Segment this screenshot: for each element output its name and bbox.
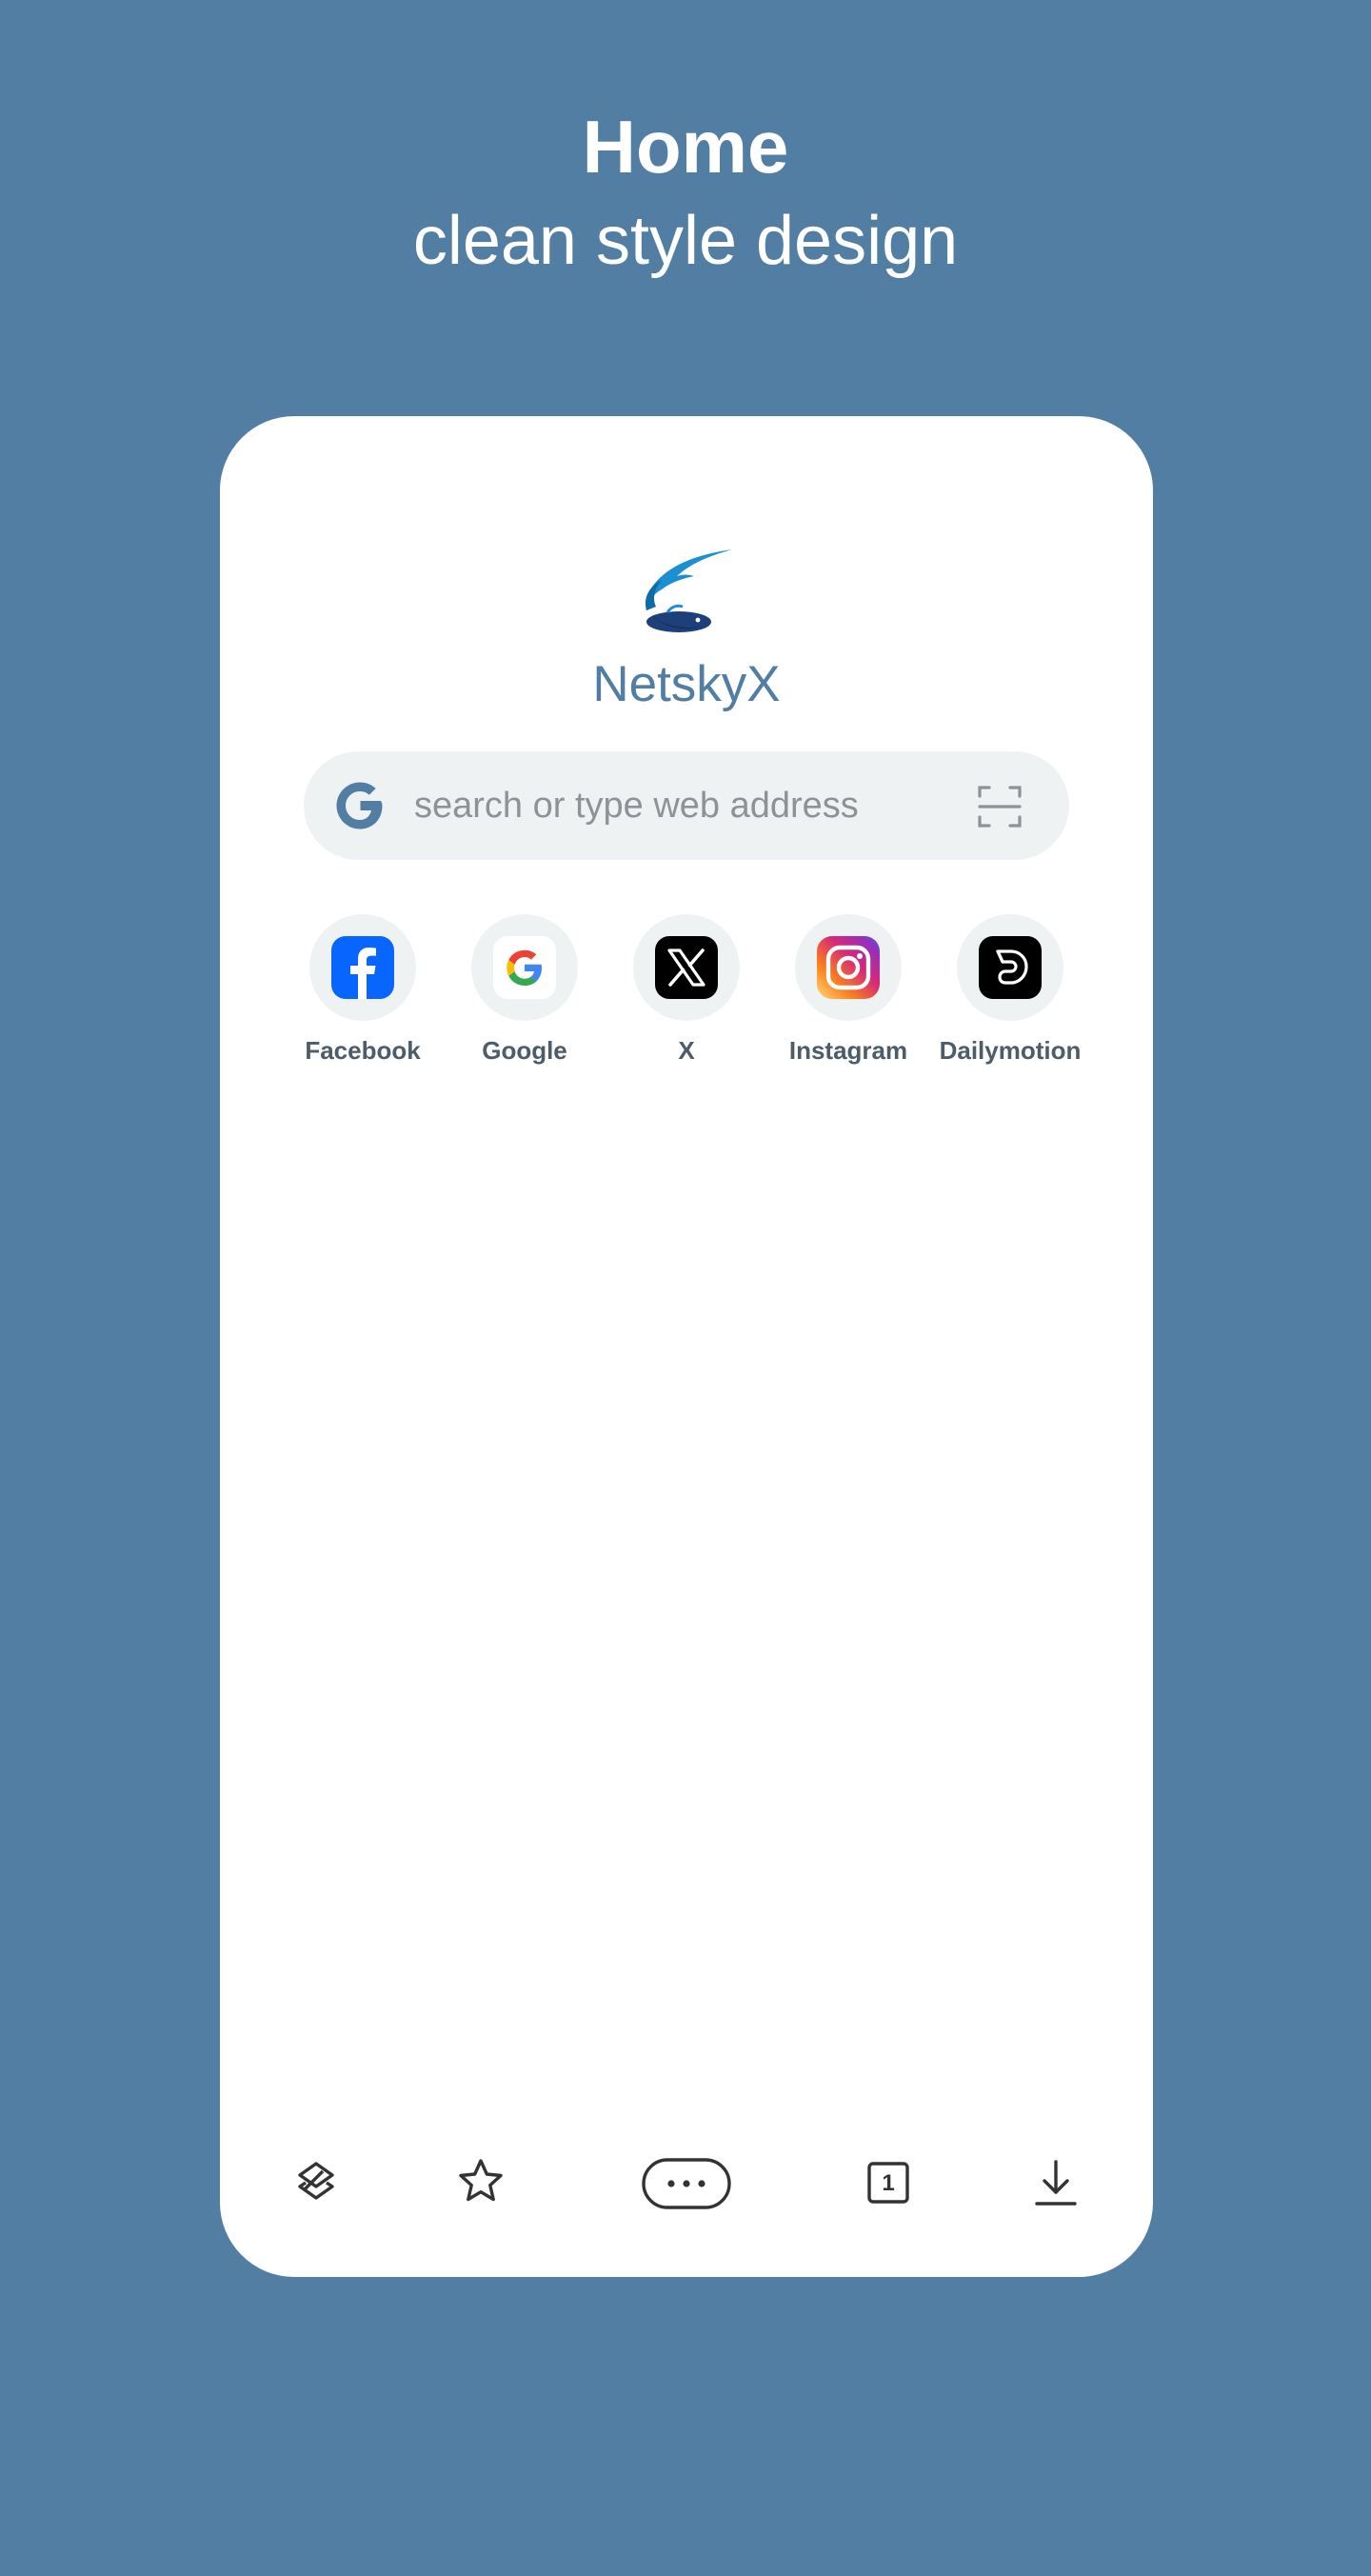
tabs-icon: 1	[867, 2162, 909, 2204]
phone-screen: NetskyX Facebook	[220, 416, 1153, 2277]
shortcut-dailymotion-circle[interactable]	[957, 914, 1063, 1021]
search-input[interactable]	[414, 775, 947, 836]
brand-name: NetskyX	[592, 656, 781, 712]
bookmarks-button[interactable]	[455, 2154, 507, 2211]
shortcut-label: Dailymotion	[939, 1036, 1082, 1065]
shortcut-x-circle[interactable]	[633, 914, 740, 1021]
shortcut-instagram[interactable]: Instagram	[767, 914, 929, 1076]
more-icon	[642, 2158, 731, 2209]
shortcut-google-circle[interactable]	[471, 914, 578, 1021]
page-title: Home	[582, 105, 789, 189]
tab-count: 1	[882, 2170, 894, 2196]
bottom-nav: 1	[220, 2154, 1153, 2211]
download-icon	[1035, 2160, 1077, 2206]
downloads-button[interactable]	[1032, 2154, 1080, 2211]
netskyx-logo	[645, 549, 732, 632]
shortcut-facebook[interactable]: Facebook	[282, 914, 444, 1076]
workspace-button[interactable]	[292, 2154, 340, 2211]
google-g-icon[interactable]	[332, 778, 387, 833]
scan-icon[interactable]	[978, 785, 1022, 829]
dailymotion-icon	[979, 936, 1042, 999]
tabs-button[interactable]: 1	[864, 2154, 911, 2211]
instagram-icon	[817, 936, 880, 999]
shortcut-facebook-circle[interactable]	[309, 914, 416, 1021]
page-subtitle: clean style design	[412, 203, 959, 279]
workspace-icon	[298, 2162, 334, 2200]
star-icon	[459, 2159, 503, 2202]
shortcut-x[interactable]: X	[606, 914, 767, 1076]
google-icon	[493, 936, 556, 999]
shortcut-dailymotion[interactable]: Dailymotion	[929, 914, 1091, 1076]
facebook-icon	[331, 936, 394, 999]
x-icon	[655, 936, 718, 999]
shortcut-instagram-circle[interactable]	[795, 914, 902, 1021]
search-bar[interactable]	[304, 751, 1069, 860]
shortcut-google[interactable]: Google	[444, 914, 606, 1076]
menu-button[interactable]	[641, 2154, 732, 2211]
